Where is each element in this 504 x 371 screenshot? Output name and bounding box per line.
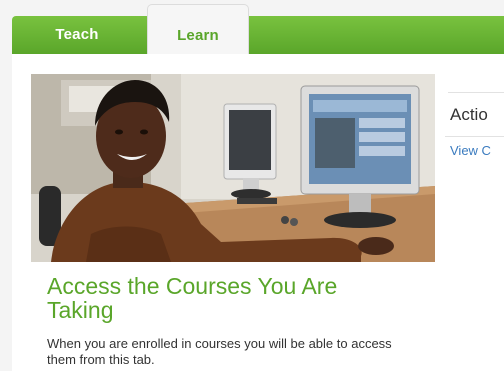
hero-image <box>31 74 435 262</box>
sidebar-divider-2 <box>445 136 504 137</box>
view-courses-link[interactable]: View C <box>450 143 491 158</box>
tab-learn[interactable]: Learn <box>147 4 249 59</box>
student-at-computer-photo <box>31 74 435 262</box>
page-description: When you are enrolled in courses you wil… <box>47 336 392 367</box>
top-strip <box>0 0 504 16</box>
page-headline: Access the Courses You Are Taking <box>47 273 338 323</box>
tab-teach[interactable]: Teach <box>22 16 132 54</box>
sidebar-title: Actio <box>450 105 488 124</box>
sidebar-actions: Actio View C <box>445 90 504 170</box>
